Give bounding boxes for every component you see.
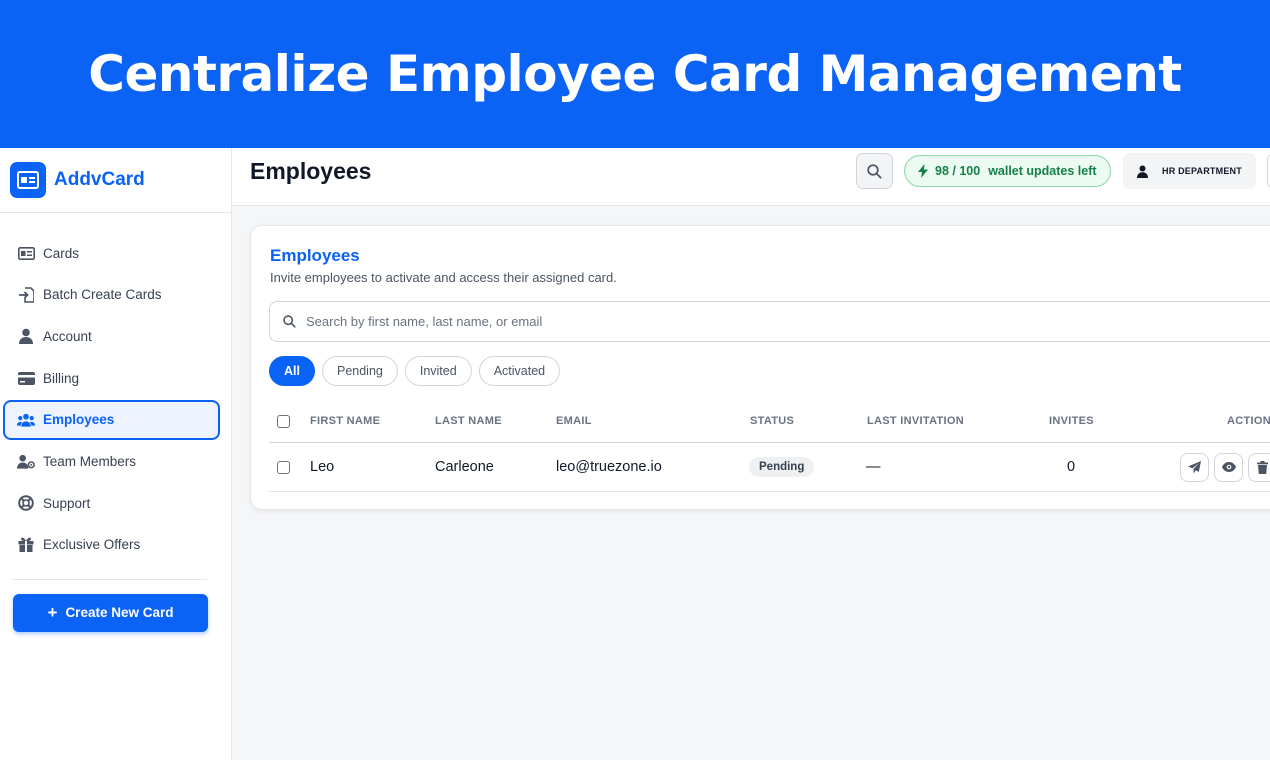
column-header-status[interactable]: STATUS [750, 400, 794, 442]
table-header: FIRST NAME LAST NAME EMAIL STATUS LAST I… [269, 400, 1270, 443]
search-button[interactable] [856, 153, 893, 189]
paper-plane-icon [1188, 460, 1201, 474]
department-selector[interactable]: HR DEPARTMENT [1123, 153, 1256, 189]
column-header-invites[interactable]: INVITES [1049, 400, 1094, 442]
employee-search [269, 301, 1270, 342]
employees-table: FIRST NAME LAST NAME EMAIL STATUS LAST I… [269, 400, 1270, 492]
sidebar-item-label: Billing [43, 370, 80, 386]
sidebar: AddvCard Cards Batch Create Cards Accoun… [0, 148, 232, 760]
send-invite-button[interactable] [1180, 452, 1209, 482]
brand-name: AddvCard [54, 169, 145, 190]
sidebar-item-account[interactable]: Account [3, 316, 220, 356]
cell-actions [1180, 443, 1270, 491]
department-name: HR DEPARTMENT [1162, 166, 1242, 176]
create-new-card-button[interactable]: + Create New Card [13, 593, 208, 632]
table-row[interactable]: Leo Carleone leo@truezone.io Pending — 0 [269, 443, 1270, 492]
wallet-count: 98 / 100 [935, 164, 981, 178]
column-header-action: ACTION [1227, 415, 1270, 427]
user-icon [17, 327, 35, 345]
filter-pending[interactable]: Pending [321, 356, 398, 386]
table-header-row: FIRST NAME LAST NAME EMAIL STATUS LAST I… [269, 400, 1270, 443]
sidebar-item-label: Support [43, 495, 91, 511]
panel-title: Employees [270, 246, 360, 265]
row-checkbox[interactable] [277, 460, 290, 474]
wallet-updates-badge[interactable]: 98 / 100 wallet updates left [904, 155, 1111, 187]
select-all-checkbox[interactable] [277, 414, 290, 428]
page-title: Employees [250, 158, 372, 184]
select-all-checkbox-cell [277, 400, 290, 442]
column-header-first-name[interactable]: FIRST NAME [310, 400, 380, 442]
user-gear-icon [17, 452, 35, 470]
cell-invites: 0 [1067, 459, 1076, 475]
status-filters: All Pending Invited Activated [269, 356, 567, 386]
users-icon [17, 411, 35, 429]
cell-email: leo@truezone.io [556, 459, 662, 475]
sidebar-item-label: Team Members [43, 453, 137, 469]
promo-banner: Centralize Employee Card Management [0, 0, 1270, 148]
delete-employee-button[interactable] [1248, 452, 1270, 482]
plus-icon: + [47, 602, 58, 622]
employees-panel: Employees Invite employees to activate a… [250, 225, 1270, 510]
cell-status: Pending [749, 443, 815, 491]
wallet-label: wallet updates left [988, 164, 1097, 178]
filter-invited[interactable]: Invited [404, 356, 472, 386]
column-header-last-name[interactable]: LAST NAME [435, 400, 502, 442]
sidebar-item-batch-create-cards[interactable]: Batch Create Cards [3, 275, 220, 315]
life-ring-icon [17, 494, 35, 512]
row-checkbox-cell [277, 443, 290, 491]
sidebar-item-employees[interactable]: Employees [3, 399, 220, 440]
sidebar-item-label: Employees [43, 412, 115, 428]
file-import-icon [17, 286, 35, 304]
table-body: Leo Carleone leo@truezone.io Pending — 0 [269, 443, 1270, 492]
panel-subtitle: Invite employees to activate and access … [270, 270, 617, 285]
column-header-email[interactable]: EMAIL [556, 400, 592, 442]
search-icon [867, 163, 882, 179]
id-card-icon [10, 162, 46, 198]
id-card-icon [17, 244, 35, 262]
sidebar-item-label: Cards [43, 245, 80, 261]
user-icon [1137, 165, 1148, 178]
sidebar-nav: Cards Batch Create Cards Account Billing… [0, 213, 231, 565]
sidebar-item-label: Batch Create Cards [43, 287, 162, 303]
cell-last-invitation: — [866, 459, 881, 475]
credit-card-icon [17, 369, 35, 387]
view-employee-button[interactable] [1214, 452, 1243, 482]
create-new-card-label: Create New Card [65, 605, 174, 621]
filter-all[interactable]: All [269, 356, 315, 386]
sidebar-item-billing[interactable]: Billing [3, 358, 220, 398]
column-header-last-invitation[interactable]: LAST INVITATION [867, 400, 964, 442]
cell-first-name: Leo [310, 459, 335, 475]
bolt-icon [918, 164, 928, 178]
banner-title: Centralize Employee Card Management [88, 45, 1182, 103]
sidebar-item-cards[interactable]: Cards [3, 233, 220, 273]
search-input[interactable] [306, 314, 906, 329]
cell-last-name: Carleone [435, 459, 494, 475]
filter-activated[interactable]: Activated [478, 356, 561, 386]
trash-icon [1257, 460, 1268, 474]
eye-icon [1221, 462, 1236, 472]
sidebar-item-support[interactable]: Support [3, 483, 220, 523]
status-badge: Pending [749, 457, 815, 477]
brand[interactable]: AddvCard [0, 148, 231, 213]
sidebar-item-label: Exclusive Offers [43, 537, 141, 553]
sidebar-item-exclusive-offers[interactable]: Exclusive Offers [3, 525, 220, 565]
sidebar-divider [13, 578, 207, 580]
sidebar-item-team-members[interactable]: Team Members [3, 441, 220, 481]
sidebar-item-label: Account [43, 328, 92, 344]
gift-icon [17, 536, 35, 554]
topbar: Employees 98 / 100 wallet updates left H… [232, 148, 1270, 206]
app-window: AddvCard Cards Batch Create Cards Accoun… [0, 148, 1270, 760]
search-icon [283, 315, 296, 328]
